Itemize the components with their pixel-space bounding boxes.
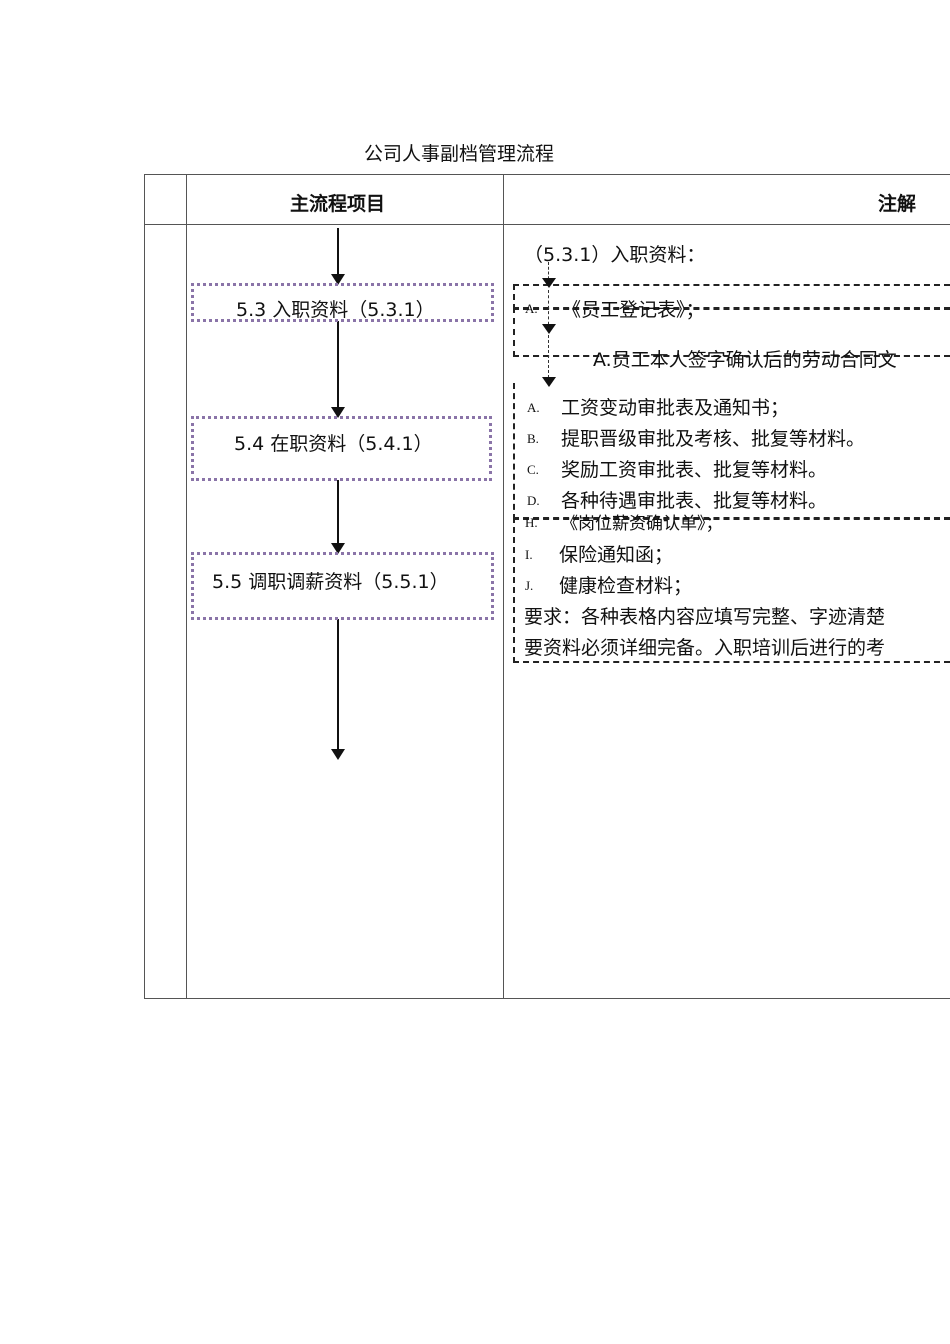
note-item: 《岗位薪资确认单》； [561,514,723,534]
flow-step-5-4: 5.4 在职资料（5.4.1） [191,416,492,481]
dashed-arrow [542,290,556,334]
note-item: 保险通知函； [559,544,674,566]
flow-arrow [331,321,345,418]
note-item: 提职晋级审批及考核、批复等材料。 [561,428,866,450]
dashed-arrow [542,262,556,288]
main-flow-header: 主流程项目 [290,193,386,215]
flow-arrow [331,619,345,760]
flow-arrow [331,480,345,554]
note-item: A.员工本人签字确认后的劳动合同文 [593,349,897,371]
document-title: 公司人事副档管理流程 [364,143,555,165]
flow-step-5-5: 5.5 调职调薪资料（5.5.1） [191,552,494,620]
note-item: 健康检查材料； [559,575,693,597]
flow-arrow [331,228,345,285]
dashed-arrow [542,335,556,387]
notes-heading: （5.3.1）入职资料： [524,244,706,266]
note-item: 奖励工资审批表、批复等材料。 [561,459,828,481]
flow-step-5-3: 5.3 入职资料（5.3.1） [191,283,494,322]
notes-header: 注解 [878,193,917,215]
note-item: 《员工登记表》； [562,299,705,321]
requirement-text: 要求：各种表格内容应填写完整、字迹清楚 [524,606,886,628]
requirement-text: 要资料必须详细完备。入职培训后进行的考 [524,637,886,659]
note-item: 工资变动审批表及通知书； [561,397,790,419]
